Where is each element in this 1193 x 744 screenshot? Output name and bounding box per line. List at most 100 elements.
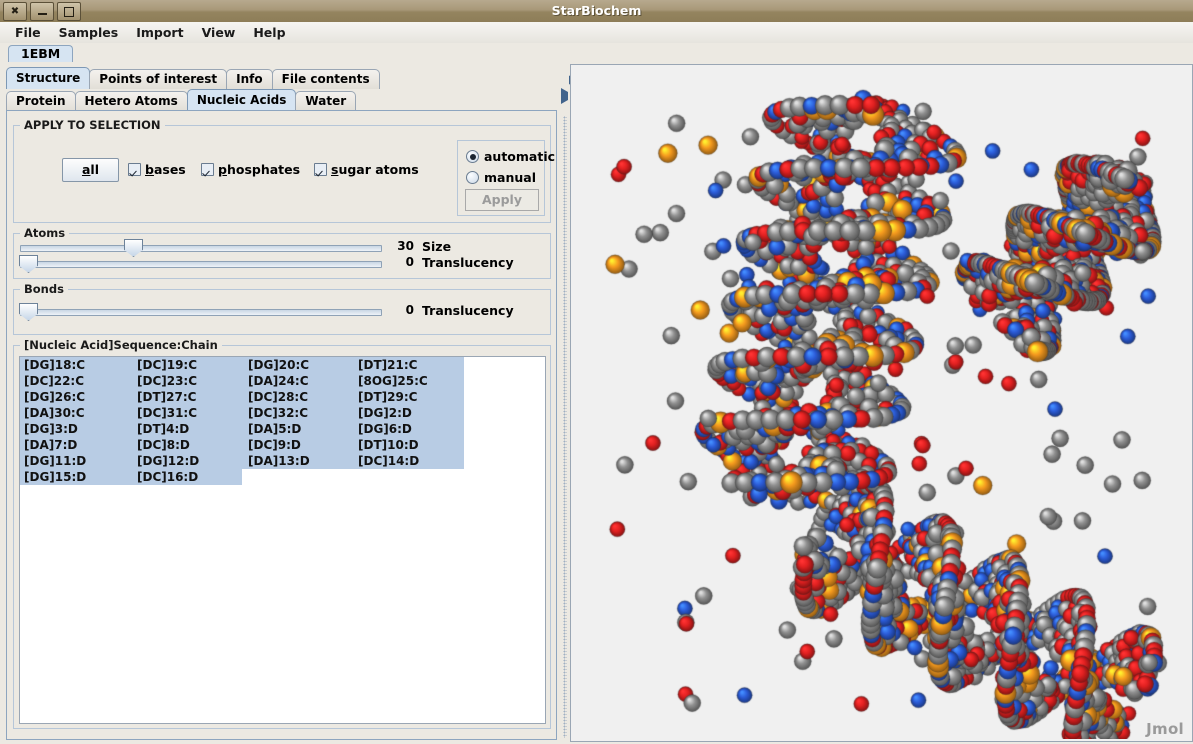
list-item[interactable]: [DG]3:D: [20, 421, 135, 437]
bonds-translucency-slider-row: 0 Translucency: [19, 302, 540, 321]
list-item[interactable]: [DG]26:C: [20, 389, 135, 405]
tab-info[interactable]: Info: [226, 69, 273, 89]
menu-item-samples[interactable]: Samples: [50, 23, 128, 42]
all-button[interactable]: all: [62, 158, 119, 182]
list-row[interactable]: [DG]3:D [DT]4:D [DA]5:D [DG]6:D: [20, 421, 545, 437]
list-item[interactable]: [DC]9:D: [244, 437, 359, 453]
checkbox-icon: [314, 163, 327, 176]
checkbox-bases-label: bases: [145, 162, 186, 177]
tab-points-of-interest[interactable]: Points of interest: [89, 69, 228, 89]
list-item[interactable]: [DC]32:C: [244, 405, 359, 421]
bonds-translucency-slider-thumb[interactable]: [19, 303, 38, 321]
menu-item-file[interactable]: File: [6, 23, 50, 42]
menu-item-help[interactable]: Help: [244, 23, 294, 42]
window-title: StarBiochem: [551, 3, 642, 18]
list-item[interactable]: [DT]10:D: [354, 437, 469, 453]
apply-to-selection-group: APPLY TO SELECTION all bases phosphates …: [13, 118, 555, 223]
list-item[interactable]: [DG]6:D: [354, 421, 469, 437]
apply-button[interactable]: Apply: [465, 189, 539, 211]
menu-bar: File Samples Import View Help: [0, 22, 1193, 44]
nucleic-acid-list-title: [Nucleic Acid]Sequence:Chain: [20, 338, 222, 352]
atoms-translucency-value: 0: [405, 255, 414, 269]
radio-automatic-label: automatic: [484, 149, 556, 164]
list-row[interactable]: [DG]18:C [DC]19:C [DG]20:C [DT]21:C: [20, 357, 545, 373]
checkbox-icon: [201, 163, 214, 176]
document-tab-1ebm[interactable]: 1EBM: [8, 45, 74, 63]
list-item[interactable]: [DT]27:C: [133, 389, 248, 405]
menu-item-import[interactable]: Import: [127, 23, 192, 42]
checkbox-sugar-atoms-label: sugar atoms: [331, 162, 419, 177]
tab-structure[interactable]: Structure: [6, 67, 91, 89]
list-item[interactable]: [DG]12:D: [133, 453, 248, 469]
list-row[interactable]: [DC]22:C [DC]23:C [DA]24:C [8OG]25:C: [20, 373, 545, 389]
bonds-translucency-slider[interactable]: [20, 309, 382, 316]
list-item[interactable]: [DC]31:C: [133, 405, 248, 421]
main-tab-bar: Structure Points of interest Info File c…: [6, 67, 380, 89]
checkbox-bases[interactable]: bases: [128, 162, 186, 177]
list-item[interactable]: [DC]14:D: [354, 453, 469, 469]
tab-hetero-atoms[interactable]: Hetero Atoms: [74, 91, 188, 111]
apply-to-selection-title: APPLY TO SELECTION: [20, 118, 165, 132]
list-row[interactable]: [DA]30:C [DC]31:C [DC]32:C [DG]2:D: [20, 405, 545, 421]
nucleic-acids-panel: APPLY TO SELECTION all bases phosphates …: [6, 110, 557, 740]
title-bar: ✖ StarBiochem: [0, 0, 1193, 23]
list-item[interactable]: [DC]28:C: [244, 389, 359, 405]
list-row[interactable]: [DA]7:D [DC]8:D [DC]9:D [DT]10:D: [20, 437, 545, 453]
nucleic-acid-list[interactable]: [DG]18:C [DC]19:C [DG]20:C [DT]21:C [DC]22:C…: [19, 356, 546, 724]
list-item[interactable]: [DT]29:C: [354, 389, 469, 405]
atoms-translucency-slider-thumb[interactable]: [19, 255, 38, 273]
list-item[interactable]: [DC]8:D: [133, 437, 248, 453]
mode-selection-box: automatic manual Apply: [457, 140, 555, 216]
checkbox-icon: [128, 163, 141, 176]
list-item[interactable]: [DA]24:C: [244, 373, 359, 389]
document-tab-strip: 1EBM: [0, 43, 1193, 63]
list-item[interactable]: [DG]2:D: [354, 405, 469, 421]
tab-nucleic-acids[interactable]: Nucleic Acids: [186, 89, 297, 111]
atoms-size-value: 30: [397, 239, 414, 253]
sub-tab-bar: Protein Hetero Atoms Nucleic Acids Water: [6, 89, 357, 111]
list-row[interactable]: [DG]15:D [DC]16:D: [20, 469, 545, 485]
list-item[interactable]: [DG]20:C: [244, 357, 359, 373]
list-item[interactable]: [DA]7:D: [20, 437, 135, 453]
left-panel: Structure Points of interest Info File c…: [2, 64, 559, 740]
atoms-size-slider[interactable]: [20, 245, 382, 252]
jmol-watermark: Jmol: [1146, 720, 1184, 738]
main-body: Structure Points of interest Info File c…: [0, 62, 1193, 744]
list-item[interactable]: [DG]11:D: [20, 453, 135, 469]
tab-water[interactable]: Water: [295, 91, 357, 111]
tab-protein[interactable]: Protein: [6, 91, 76, 111]
nucleic-acid-list-group: [Nucleic Acid]Sequence:Chain [DG]18:C [DC…: [13, 338, 551, 729]
list-item[interactable]: [8OG]25:C: [354, 373, 469, 389]
list-item[interactable]: [DA]30:C: [20, 405, 135, 421]
atoms-translucency-slider[interactable]: [20, 261, 382, 268]
list-item[interactable]: [DA]5:D: [244, 421, 359, 437]
list-item[interactable]: [DC]23:C: [133, 373, 248, 389]
list-item[interactable]: [DC]22:C: [20, 373, 135, 389]
list-item[interactable]: [DT]21:C: [354, 357, 469, 373]
list-item[interactable]: [DC]16:D: [133, 469, 248, 485]
menu-item-view[interactable]: View: [193, 23, 245, 42]
starbiochem-window: ✖ StarBiochem File Samples Import View H…: [0, 0, 1193, 744]
list-row[interactable]: [DG]26:C [DT]27:C [DC]28:C [DT]29:C: [20, 389, 545, 405]
radio-icon: [466, 171, 479, 184]
list-item[interactable]: [DG]18:C: [20, 357, 135, 373]
bonds-translucency-value: 0: [405, 303, 414, 317]
list-row[interactable]: [DG]11:D [DG]12:D [DA]13:D [DC]14:D: [20, 453, 545, 469]
checkbox-sugar-atoms[interactable]: sugar atoms: [314, 162, 419, 177]
atoms-group: Atoms 30 Size 0 Translucency: [13, 226, 551, 279]
divider-grip: [563, 116, 567, 738]
molecule-canvas[interactable]: [571, 65, 1190, 739]
jmol-viewer-panel[interactable]: Jmol: [570, 64, 1193, 742]
list-item[interactable]: [DG]15:D: [20, 469, 135, 485]
radio-manual[interactable]: manual: [466, 170, 536, 185]
tab-file-contents[interactable]: File contents: [271, 69, 380, 89]
radio-automatic[interactable]: automatic: [466, 149, 555, 164]
bonds-group: Bonds 0 Translucency: [13, 282, 551, 335]
split-pane-divider[interactable]: [560, 64, 576, 740]
list-item[interactable]: [DA]13:D: [244, 453, 359, 469]
bonds-group-title: Bonds: [20, 282, 68, 296]
checkbox-phosphates-label: phosphates: [218, 162, 301, 177]
list-item[interactable]: [DC]19:C: [133, 357, 248, 373]
list-item[interactable]: [DT]4:D: [133, 421, 248, 437]
checkbox-phosphates[interactable]: phosphates: [201, 162, 300, 177]
